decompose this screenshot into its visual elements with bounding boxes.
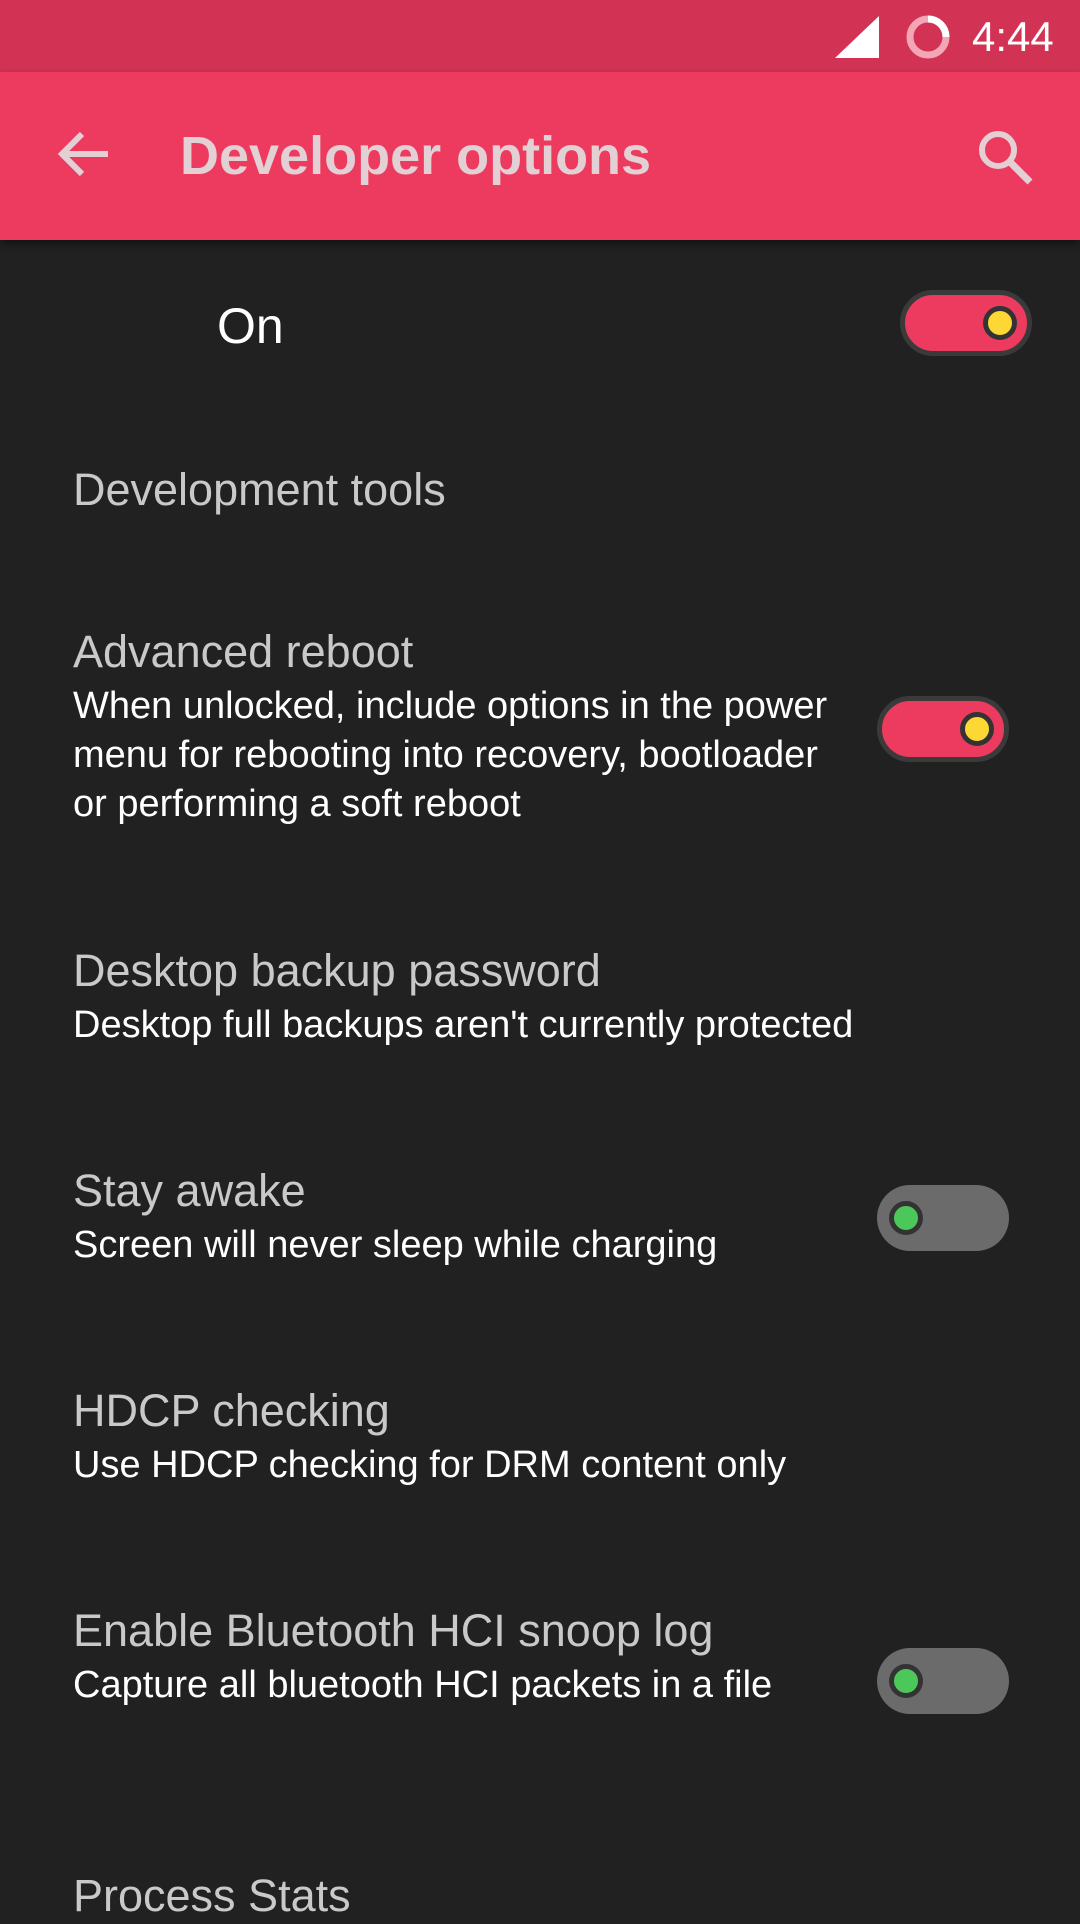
battery-ring-icon — [906, 15, 950, 59]
cell-signal-icon — [835, 16, 879, 58]
stay-awake-switch[interactable] — [877, 1185, 1009, 1251]
search-icon[interactable] — [976, 128, 1036, 188]
switch-knob — [889, 1201, 923, 1235]
switch-knob — [889, 1664, 923, 1698]
advanced-reboot-switch[interactable] — [877, 696, 1009, 762]
pref-title: Desktop backup password — [73, 945, 601, 996]
pref-summary: When unlocked, include options in the po… — [73, 685, 828, 825]
pref-title: Advanced reboot — [73, 626, 414, 677]
status-bar: 4:44 — [0, 0, 1080, 72]
pref-title: Enable Bluetooth HCI snoop log — [73, 1605, 714, 1656]
pref-summary: Capture all bluetooth HCI packets in a f… — [73, 1664, 773, 1706]
switch-knob — [960, 712, 994, 746]
switch-knob — [983, 306, 1017, 340]
pref-summary: Use HDCP checking for DRM content only — [73, 1444, 787, 1486]
pref-stay-awake[interactable]: Stay awake Screen will never sleep while… — [0, 1163, 1080, 1313]
pref-bluetooth-hci-snoop-log[interactable]: Enable Bluetooth HCI snoop log Capture a… — [0, 1603, 1080, 1793]
pref-hdcp-checking[interactable]: HDCP checking Use HDCP checking for DRM … — [0, 1383, 1080, 1533]
section-header-development-tools: Development tools — [73, 464, 446, 515]
pref-title: Process Stats — [73, 1870, 351, 1921]
pref-desktop-backup-password[interactable]: Desktop backup password Desktop full bac… — [0, 943, 1080, 1093]
app-bar: Developer options — [0, 72, 1080, 240]
arrow-back-icon[interactable] — [56, 126, 112, 182]
pref-process-stats[interactable]: Process Stats — [0, 1868, 1080, 1921]
status-clock: 4:44 — [972, 13, 1054, 60]
master-toggle-row[interactable]: On — [0, 240, 1080, 412]
master-toggle-switch[interactable] — [900, 290, 1032, 356]
pref-title: Stay awake — [73, 1165, 306, 1216]
pref-title: HDCP checking — [73, 1385, 390, 1436]
master-toggle-label: On — [217, 298, 284, 354]
page-title: Developer options — [180, 126, 652, 186]
bluetooth-hci-snoop-switch[interactable] — [877, 1648, 1009, 1714]
pref-advanced-reboot[interactable]: Advanced reboot When unlocked, include o… — [0, 624, 1080, 844]
pref-summary: Desktop full backups aren't currently pr… — [73, 1004, 854, 1046]
pref-summary: Screen will never sleep while charging — [73, 1224, 718, 1266]
